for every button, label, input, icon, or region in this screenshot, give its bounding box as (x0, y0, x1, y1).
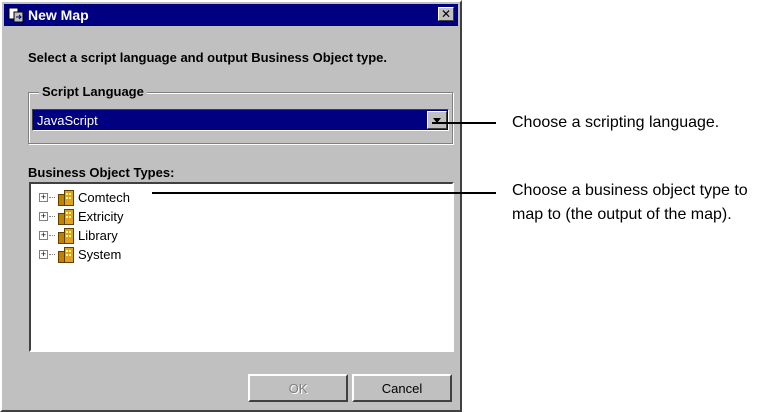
script-language-label: Script Language (39, 84, 147, 99)
tree-item-label: Library (78, 227, 118, 243)
instruction-text: Select a script language and output Busi… (28, 50, 388, 65)
map-window-icon (8, 7, 24, 23)
tree-item-label: System (78, 246, 122, 262)
business-object-icon (56, 227, 74, 244)
business-object-tree[interactable]: + Comtech + Extricity + Library + System (29, 182, 454, 352)
close-button[interactable]: ✕ (438, 7, 454, 21)
business-object-icon (56, 208, 74, 225)
business-object-types-label: Business Object Types: (28, 165, 175, 180)
expand-icon[interactable]: + (39, 211, 48, 221)
tree-item-label: Comtech (78, 189, 131, 205)
script-language-value: JavaScript (37, 113, 98, 128)
cancel-button[interactable]: Cancel (352, 374, 452, 402)
tree-item-label: Extricity (78, 208, 124, 224)
new-map-dialog: New Map ✕ Select a script language and o… (0, 0, 462, 412)
chevron-down-icon[interactable] (427, 111, 447, 129)
business-object-icon (56, 189, 74, 206)
callout-line-language (432, 122, 496, 124)
callout-language-text: Choose a scripting language. (512, 114, 720, 131)
ok-button[interactable]: OK (248, 374, 348, 402)
tree-item-comtech[interactable]: + Comtech (39, 188, 130, 206)
title-bar[interactable]: New Map ✕ (4, 4, 458, 26)
tree-item-library[interactable]: + Library (39, 226, 118, 244)
business-object-icon (56, 246, 74, 263)
tree-item-system[interactable]: + System (39, 245, 121, 263)
expand-icon[interactable]: + (39, 249, 48, 259)
callout-bo-type-line2: map to (the output of the map). (512, 206, 732, 223)
callout-line-bo-type (152, 192, 496, 194)
dialog-title: New Map (28, 7, 89, 23)
script-language-select[interactable]: JavaScript (32, 109, 449, 131)
expand-icon[interactable]: + (39, 192, 48, 202)
script-language-group: Script Language JavaScript (28, 84, 453, 144)
callout-bo-type-line1: Choose a business object type to (512, 182, 748, 199)
expand-icon[interactable]: + (39, 230, 48, 240)
tree-item-extricity[interactable]: + Extricity (39, 207, 124, 225)
